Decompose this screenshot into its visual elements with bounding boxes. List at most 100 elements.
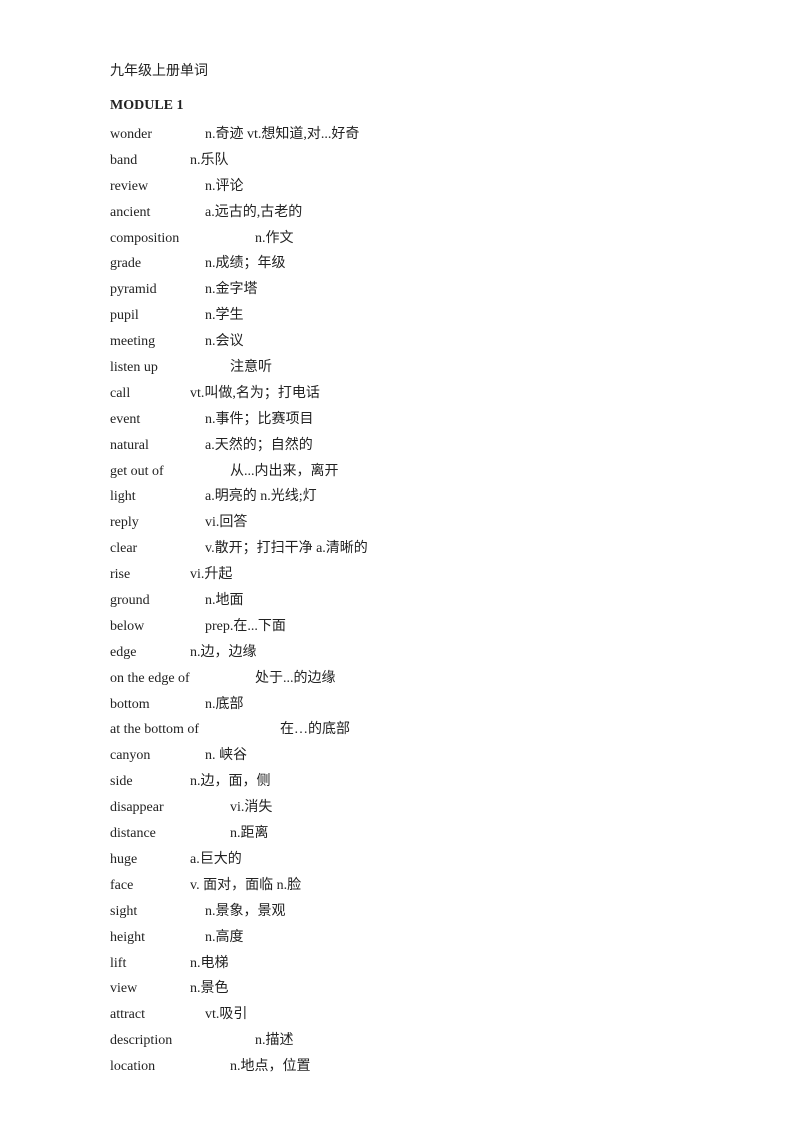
list-item: canyonn. 峡谷 [110, 743, 683, 769]
list-item: callvt.叫做,名为；打电话 [110, 381, 683, 407]
vocab-definition: a.明亮的 n.光线;灯 [205, 489, 317, 504]
vocab-word: wonder [110, 122, 205, 148]
vocab-definition: prep.在...下面 [205, 619, 286, 634]
list-item: distancen.距离 [110, 821, 683, 847]
vocab-word: lift [110, 951, 190, 977]
vocab-word: on the edge of [110, 666, 255, 692]
vocab-definition: 从...内出来，离开 [230, 464, 339, 479]
vocab-definition: n.评论 [205, 179, 244, 194]
vocab-definition: n.景色 [190, 981, 229, 996]
vocab-word: call [110, 381, 190, 407]
vocab-definition: a.天然的；自然的 [205, 438, 313, 453]
vocab-word: light [110, 484, 205, 510]
list-item: pyramidn.金字塔 [110, 277, 683, 303]
list-item: reviewn.评论 [110, 174, 683, 200]
vocab-word: pyramid [110, 277, 205, 303]
vocab-list: wondern.奇迹 vt.想知道,对...好奇bandn.乐队reviewn.… [110, 122, 683, 1080]
page-title: 九年级上册单词 [110, 60, 683, 80]
vocab-definition: vi.消失 [230, 800, 272, 815]
vocab-word: clear [110, 536, 205, 562]
vocab-word: rise [110, 562, 190, 588]
vocab-word: band [110, 148, 190, 174]
vocab-word: attract [110, 1002, 205, 1028]
list-item: groundn.地面 [110, 588, 683, 614]
vocab-definition: v.散开；打扫干净 a.清晰的 [205, 541, 368, 556]
list-item: listen up注意听 [110, 355, 683, 381]
vocab-definition: 处于...的边缘 [255, 671, 336, 686]
vocab-definition: n.底部 [205, 697, 244, 712]
list-item: disappearvi.消失 [110, 795, 683, 821]
vocab-word: ground [110, 588, 205, 614]
vocab-word: composition [110, 226, 255, 252]
list-item: meetingn.会议 [110, 329, 683, 355]
vocab-word: meeting [110, 329, 205, 355]
list-item: pupiln.学生 [110, 303, 683, 329]
vocab-word: sight [110, 899, 205, 925]
vocab-word: edge [110, 640, 190, 666]
vocab-definition: n.电梯 [190, 956, 229, 971]
vocab-definition: 注意听 [230, 360, 272, 375]
vocab-word: at the bottom of [110, 717, 280, 743]
vocab-definition: n.描述 [255, 1033, 294, 1048]
list-item: heightn.高度 [110, 925, 683, 951]
vocab-word: description [110, 1028, 255, 1054]
vocab-definition: n.金字塔 [205, 282, 258, 297]
vocab-word: face [110, 873, 190, 899]
vocab-word: huge [110, 847, 190, 873]
list-item: edgen.边，边缘 [110, 640, 683, 666]
vocab-definition: vi.回答 [205, 515, 247, 530]
vocab-definition: n.事件；比赛项目 [205, 412, 314, 427]
vocab-definition: n.奇迹 vt.想知道,对...好奇 [205, 127, 359, 142]
list-item: get out of从...内出来，离开 [110, 459, 683, 485]
vocab-word: height [110, 925, 205, 951]
vocab-word: listen up [110, 355, 230, 381]
list-item: hugea.巨大的 [110, 847, 683, 873]
vocab-definition: a.远古的,古老的 [205, 205, 302, 220]
list-item: liftn.电梯 [110, 951, 683, 977]
vocab-word: reply [110, 510, 205, 536]
vocab-definition: n.地面 [205, 593, 244, 608]
list-item: at the bottom of在…的底部 [110, 717, 683, 743]
list-item: replyvi.回答 [110, 510, 683, 536]
vocab-word: get out of [110, 459, 230, 485]
list-item: facev. 面对，面临 n.脸 [110, 873, 683, 899]
list-item: on the edge of处于...的边缘 [110, 666, 683, 692]
vocab-definition: n.边，边缘 [190, 645, 257, 660]
vocab-definition: n.距离 [230, 826, 269, 841]
list-item: bottomn.底部 [110, 692, 683, 718]
vocab-definition: vi.升起 [190, 567, 232, 582]
vocab-definition: n.乐队 [190, 153, 229, 168]
list-item: sightn.景象，景观 [110, 899, 683, 925]
vocab-definition: 在…的底部 [280, 722, 350, 737]
vocab-word: grade [110, 251, 205, 277]
vocab-word: event [110, 407, 205, 433]
vocab-word: ancient [110, 200, 205, 226]
vocab-word: canyon [110, 743, 205, 769]
vocab-definition: n.边，面，侧 [190, 774, 271, 789]
module-title: MODULE 1 [110, 98, 683, 114]
vocab-word: below [110, 614, 205, 640]
list-item: naturala.天然的；自然的 [110, 433, 683, 459]
vocab-definition: n.成绩；年级 [205, 256, 286, 271]
vocab-word: distance [110, 821, 230, 847]
list-item: ancienta.远古的,古老的 [110, 200, 683, 226]
vocab-word: pupil [110, 303, 205, 329]
vocab-definition: a.巨大的 [190, 852, 242, 867]
vocab-definition: n.会议 [205, 334, 244, 349]
vocab-word: review [110, 174, 205, 200]
list-item: graden.成绩；年级 [110, 251, 683, 277]
list-item: bandn.乐队 [110, 148, 683, 174]
vocab-definition: n.地点，位置 [230, 1059, 311, 1074]
vocab-definition: n. 峡谷 [205, 748, 247, 763]
vocab-word: bottom [110, 692, 205, 718]
list-item: belowprep.在...下面 [110, 614, 683, 640]
vocab-definition: v. 面对，面临 n.脸 [190, 878, 301, 893]
list-item: siden.边，面，侧 [110, 769, 683, 795]
vocab-word: view [110, 976, 190, 1002]
list-item: lighta.明亮的 n.光线;灯 [110, 484, 683, 510]
vocab-word: disappear [110, 795, 230, 821]
list-item: locationn.地点，位置 [110, 1054, 683, 1080]
list-item: compositionn.作文 [110, 226, 683, 252]
list-item: attractvt.吸引 [110, 1002, 683, 1028]
list-item: eventn.事件；比赛项目 [110, 407, 683, 433]
